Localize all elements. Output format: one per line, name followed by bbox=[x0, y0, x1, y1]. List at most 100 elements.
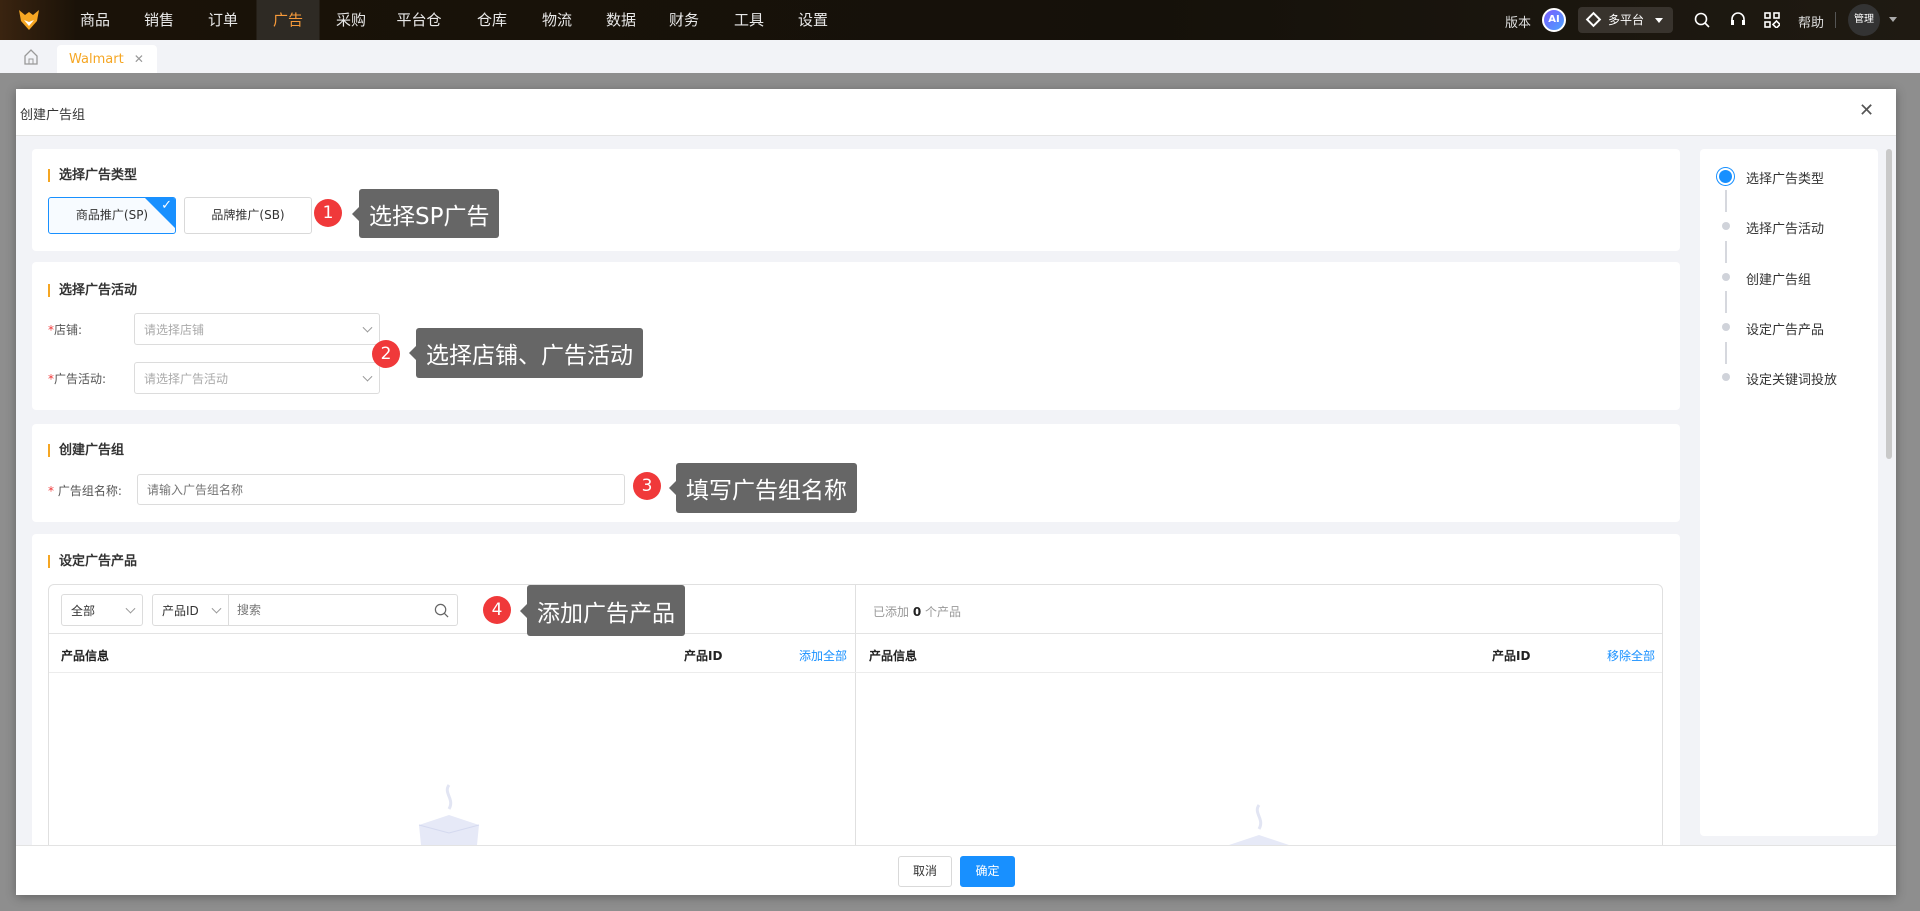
step-connector bbox=[1725, 291, 1727, 313]
product-section: 设定广告产品 全部 产品ID 产品信息 产品ID 添加全部 已添加 0 个产品 … bbox=[32, 534, 1680, 864]
divider bbox=[49, 672, 1662, 673]
step-connector bbox=[1725, 190, 1727, 212]
status-filter-select[interactable]: 全部 bbox=[61, 594, 143, 626]
check-icon: ✓ bbox=[161, 198, 172, 213]
campaign-select[interactable]: 请选择广告活动 bbox=[134, 362, 380, 394]
nav-platform-warehouse[interactable]: 平台仓 bbox=[392, 0, 445, 40]
tab-bar: Walmart ✕ bbox=[0, 40, 1920, 73]
search-icon[interactable] bbox=[434, 603, 449, 618]
nav-warehouse[interactable]: 仓库 bbox=[473, 0, 511, 40]
section-title: 创建广告组 bbox=[48, 444, 124, 457]
chevron-down-icon bbox=[125, 603, 136, 614]
field-select[interactable]: 产品ID bbox=[162, 602, 199, 619]
close-icon[interactable]: ✕ bbox=[1859, 100, 1874, 121]
search-group: 产品ID bbox=[152, 594, 458, 626]
version-link[interactable]: 版本 bbox=[1505, 12, 1531, 31]
scrollbar[interactable] bbox=[1886, 149, 1892, 459]
tab-walmart[interactable]: Walmart ✕ bbox=[57, 45, 157, 73]
product-transfer: 全部 产品ID 产品信息 产品ID 添加全部 已添加 0 个产品 产品信息 产品… bbox=[48, 584, 1663, 864]
annotation-tooltip-1: 选择SP广告 bbox=[351, 189, 500, 238]
headset-icon[interactable] bbox=[1730, 11, 1746, 29]
divider bbox=[49, 633, 1662, 634]
annotation-tooltip-3: 填写广告组名称 bbox=[669, 463, 857, 513]
caret-down-icon bbox=[1655, 18, 1663, 27]
divider bbox=[228, 595, 229, 625]
nav-logistics[interactable]: 物流 bbox=[538, 0, 576, 40]
chevron-down-icon bbox=[362, 322, 373, 333]
step-connector bbox=[1725, 342, 1727, 364]
divider bbox=[855, 585, 856, 863]
top-navbar: 商品 销售 订单 广告 采购 平台仓 仓库 物流 数据 财务 工具 设置 版本 … bbox=[0, 0, 1920, 40]
remove-all-link[interactable]: 移除全部 bbox=[1607, 647, 1655, 664]
step-dot bbox=[1722, 373, 1730, 381]
nav-settings[interactable]: 设置 bbox=[794, 0, 832, 40]
search-icon[interactable] bbox=[1694, 12, 1710, 28]
platform-label: 多平台 bbox=[1608, 13, 1645, 27]
col-product-info: 产品信息 bbox=[61, 649, 110, 663]
section-title: 选择广告活动 bbox=[48, 284, 137, 297]
campaign-label: *广告活动: bbox=[48, 372, 107, 386]
cancel-button[interactable]: 取消 bbox=[898, 856, 952, 887]
annotation-badge-4: 4 bbox=[483, 596, 511, 624]
step-4[interactable]: 设定广告产品 bbox=[1746, 319, 1824, 338]
sb-type-option[interactable]: 品牌推广(SB) bbox=[184, 197, 312, 234]
col-product-id: 产品ID bbox=[684, 649, 723, 663]
confirm-button[interactable]: 确定 bbox=[960, 856, 1015, 887]
annotation-badge-2: 2 bbox=[372, 340, 400, 368]
nav-products[interactable]: 商品 bbox=[76, 0, 114, 40]
divider bbox=[1835, 12, 1836, 28]
option-label: 商品推广(SP) bbox=[75, 208, 149, 222]
tab-close-icon[interactable]: ✕ bbox=[134, 52, 144, 66]
group-name-label: * 广告组名称: bbox=[48, 484, 122, 498]
campaign-section: 选择广告活动 *店铺: 请选择店铺 *广告活动: 请选择广告活动 bbox=[32, 262, 1680, 410]
user-avatar[interactable]: 管理 bbox=[1848, 4, 1880, 36]
chevron-down-icon bbox=[211, 603, 222, 614]
product-search-input[interactable] bbox=[237, 599, 417, 621]
nav-data[interactable]: 数据 bbox=[602, 0, 640, 40]
annotation-badge-3: 3 bbox=[633, 472, 661, 500]
step-1[interactable]: 选择广告类型 bbox=[1746, 168, 1824, 187]
col-product-id: 产品ID bbox=[1492, 649, 1531, 663]
nav-sales[interactable]: 销售 bbox=[140, 0, 178, 40]
step-dot bbox=[1722, 323, 1730, 331]
section-title: 设定广告产品 bbox=[48, 555, 137, 568]
tab-label: Walmart bbox=[69, 52, 124, 67]
create-ad-group-dialog: 创建广告组 ✕ 选择广告类型 商品推广(SP) ✓ 品牌推广(SB) 1 选择S… bbox=[16, 89, 1896, 895]
nav-finance[interactable]: 财务 bbox=[665, 0, 703, 40]
store-label: *店铺: bbox=[48, 323, 83, 337]
chevron-down-icon bbox=[362, 371, 373, 382]
group-name-input[interactable] bbox=[137, 474, 625, 505]
ad-type-section: 选择广告类型 商品推广(SP) ✓ 品牌推广(SB) bbox=[32, 149, 1680, 251]
step-dot bbox=[1722, 222, 1730, 230]
step-2[interactable]: 选择广告活动 bbox=[1746, 218, 1824, 237]
nav-purchase[interactable]: 采购 bbox=[332, 0, 370, 40]
section-title: 选择广告类型 bbox=[48, 169, 137, 182]
layers-icon bbox=[1585, 11, 1602, 28]
option-label: 品牌推广(SB) bbox=[211, 208, 285, 222]
user-menu-caret-icon[interactable] bbox=[1889, 17, 1897, 26]
ai-button[interactable]: AI bbox=[1542, 8, 1566, 32]
dialog-footer: 取消 确定 bbox=[16, 845, 1896, 895]
platform-switcher[interactable]: 多平台 bbox=[1578, 7, 1673, 33]
help-link[interactable]: 帮助 bbox=[1798, 12, 1824, 31]
steps-panel: 选择广告类型 选择广告活动 创建广告组 设定广告产品 设定关键词投放 bbox=[1700, 149, 1878, 836]
annotation-tooltip-4: 添加广告产品 bbox=[520, 585, 685, 636]
annotation-badge-1: 1 bbox=[314, 199, 342, 227]
step-5[interactable]: 设定关键词投放 bbox=[1746, 369, 1837, 388]
step-3[interactable]: 创建广告组 bbox=[1746, 269, 1811, 288]
nav-ads[interactable]: 广告 bbox=[256, 0, 320, 40]
home-icon[interactable] bbox=[24, 49, 38, 65]
nav-orders[interactable]: 订单 bbox=[204, 0, 242, 40]
nav-tools[interactable]: 工具 bbox=[730, 0, 768, 40]
dialog-header: 创建广告组 ✕ bbox=[16, 89, 1896, 136]
dialog-title: 创建广告组 bbox=[20, 108, 86, 123]
annotation-tooltip-2: 选择店铺、广告活动 bbox=[409, 328, 643, 378]
logo-icon[interactable] bbox=[18, 9, 40, 31]
store-select[interactable]: 请选择店铺 bbox=[134, 313, 380, 345]
add-all-link[interactable]: 添加全部 bbox=[799, 647, 847, 664]
added-count: 已添加 0 个产品 bbox=[873, 605, 962, 619]
sp-type-option[interactable]: 商品推广(SP) ✓ bbox=[48, 197, 176, 234]
apps-grid-icon[interactable] bbox=[1764, 12, 1780, 28]
step-connector bbox=[1725, 241, 1727, 263]
step-active-dot bbox=[1719, 170, 1732, 183]
